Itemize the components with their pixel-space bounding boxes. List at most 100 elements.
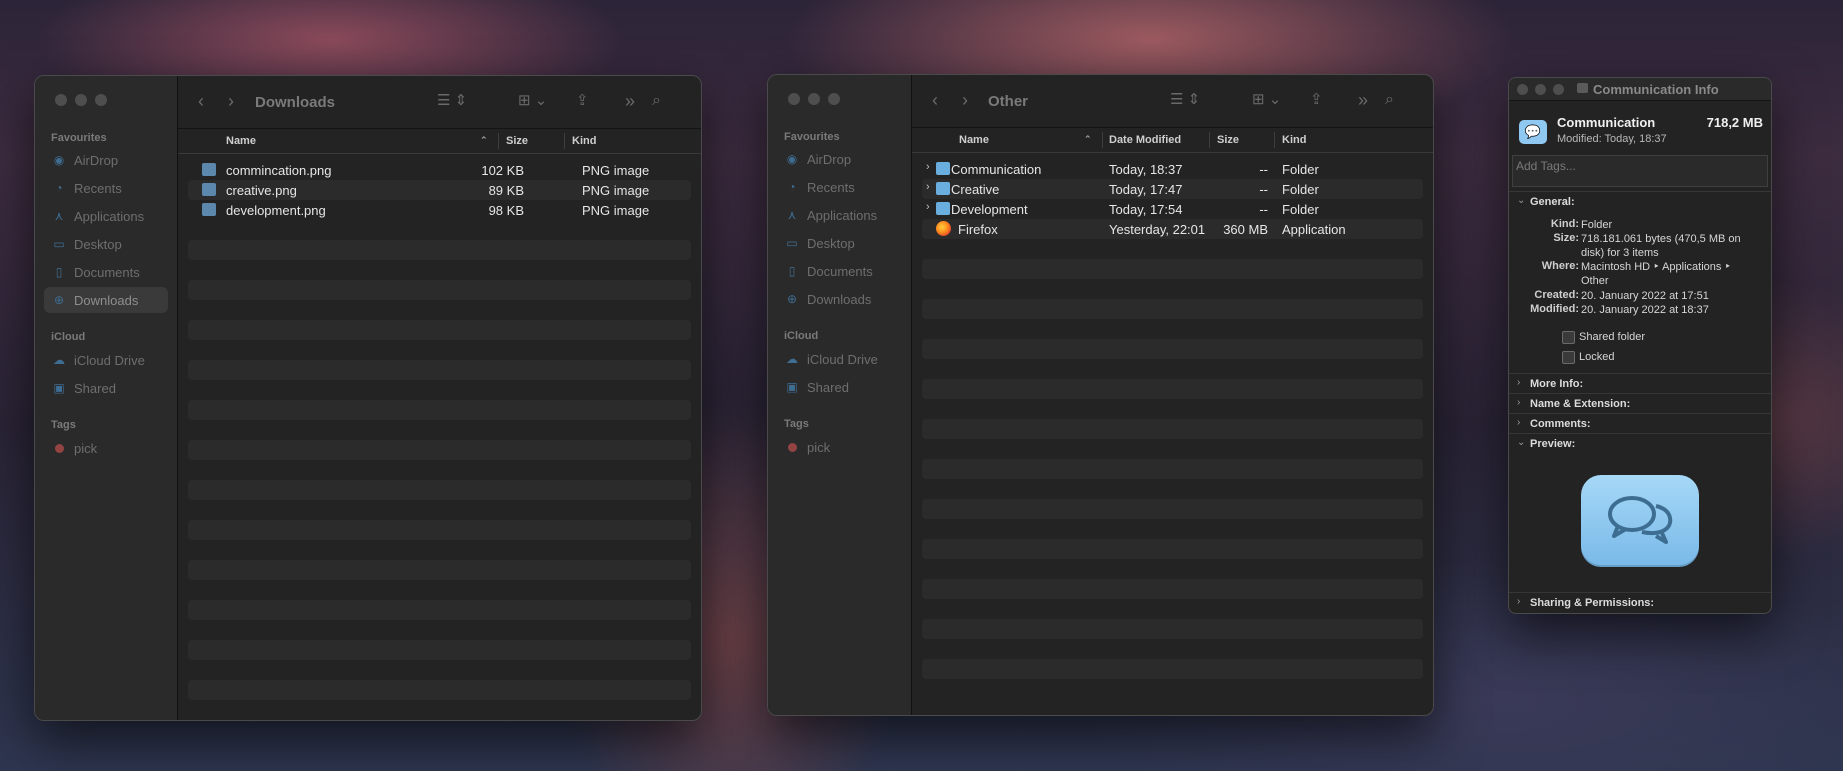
sidebar-item-shared[interactable]: ▣ Shared — [777, 374, 902, 400]
sidebar-item-label: Shared — [807, 379, 849, 395]
section-sharing-permissions[interactable]: › Sharing & Permissions: — [1509, 592, 1771, 613]
where-value-line2: Other — [1581, 275, 1609, 287]
chat-bubbles-icon — [1608, 496, 1673, 544]
sidebar-item-label: AirDrop — [807, 151, 852, 167]
close-button[interactable] — [55, 94, 67, 106]
sidebar-item-desktop[interactable]: ▭ Desktop — [777, 230, 902, 256]
column-name[interactable]: Name — [226, 135, 256, 147]
kind-value: Folder — [1581, 219, 1613, 231]
list-view-icon[interactable]: ☰ ⇕ — [437, 90, 467, 112]
column-kind[interactable]: Kind — [1282, 134, 1306, 146]
shared-folder-checkbox[interactable] — [1562, 331, 1575, 344]
minimize-button[interactable] — [1535, 84, 1546, 95]
sidebar-item-shared[interactable]: ▣ Shared — [44, 375, 168, 401]
file-size: -- — [1259, 202, 1268, 217]
zoom-button[interactable] — [828, 93, 840, 105]
search-icon[interactable]: ⌕ — [652, 90, 661, 112]
locked-checkbox[interactable] — [1562, 351, 1575, 364]
sidebar-item-desktop[interactable]: ▭ Desktop — [44, 231, 168, 257]
table-row[interactable]: development.png 98 KB PNG image — [188, 200, 691, 220]
section-label: Name & Extension: — [1530, 398, 1631, 410]
table-row[interactable]: commincation.png 102 KB PNG image — [188, 160, 691, 180]
back-icon[interactable]: ‹ — [932, 89, 938, 111]
file-kind: Folder — [1282, 182, 1319, 197]
sidebar-item-airdrop[interactable]: ◉ AirDrop — [777, 146, 902, 172]
more-icon[interactable]: » — [625, 90, 635, 112]
table-row[interactable]: › Development Today, 17:54 -- Folder — [922, 199, 1423, 219]
zoom-button[interactable] — [1553, 84, 1564, 95]
table-row[interactable]: › Communication Today, 18:37 -- Folder — [922, 159, 1423, 179]
file-kind: Application — [1282, 222, 1346, 237]
zoom-button[interactable] — [95, 94, 107, 106]
disclosure-chevron-icon[interactable]: › — [926, 161, 930, 173]
empty-row — [188, 640, 691, 660]
column-size[interactable]: Size — [506, 135, 528, 147]
sidebar-item-recents[interactable]: ◔ Recents — [777, 174, 902, 200]
file-size: -- — [1259, 162, 1268, 177]
section-name-extension[interactable]: › Name & Extension: — [1509, 393, 1771, 414]
content-area: ‹ › Other ☰ ⇕ ⊞ ⌄ ⇪ » ⌕ Name ⌃ Date Modi… — [912, 75, 1433, 715]
sidebar-item-documents[interactable]: ▯ Documents — [44, 259, 168, 285]
empty-row — [188, 560, 691, 580]
share-icon[interactable]: ⇪ — [576, 90, 589, 112]
file-name: Development — [951, 202, 1028, 217]
sidebar-item-recents[interactable]: ◔ Recents — [44, 175, 168, 201]
more-icon[interactable]: » — [1358, 89, 1368, 111]
shared-folder-icon: ▣ — [786, 380, 798, 394]
created-value: 20. January 2022 at 17:51 — [1581, 290, 1709, 302]
empty-row — [188, 440, 691, 460]
column-name[interactable]: Name — [959, 134, 989, 146]
table-row[interactable]: creative.png 89 KB PNG image — [188, 180, 691, 200]
sidebar-item-documents[interactable]: ▯ Documents — [777, 258, 902, 284]
section-more-info[interactable]: › More Info: — [1509, 373, 1771, 394]
sidebar-item-applications[interactable]: ⋏ Applications — [777, 202, 902, 228]
minimize-button[interactable] — [75, 94, 87, 106]
sidebar-item-icloud-drive[interactable]: ☁ iCloud Drive — [44, 347, 168, 373]
sidebar-section-icloud: iCloud — [784, 330, 819, 342]
sidebar-item-label: Desktop — [74, 236, 122, 252]
tags-field[interactable]: Add Tags... — [1512, 155, 1768, 187]
sidebar-item-downloads[interactable]: ⊕ Downloads — [777, 286, 902, 312]
section-preview[interactable]: ⌄ Preview: — [1509, 433, 1771, 454]
disclosure-chevron-icon[interactable]: › — [926, 181, 930, 193]
document-icon: ▯ — [55, 265, 63, 279]
close-button[interactable] — [1517, 84, 1528, 95]
sidebar-item-applications[interactable]: ⋏ Applications — [44, 203, 168, 229]
file-name: Firefox — [958, 222, 998, 237]
table-row[interactable]: › Creative Today, 17:47 -- Folder — [922, 179, 1423, 199]
section-label: Sharing & Permissions: — [1530, 597, 1655, 609]
file-name: development.png — [226, 203, 326, 218]
section-comments[interactable]: › Comments: — [1509, 413, 1771, 434]
search-icon[interactable]: ⌕ — [1385, 89, 1394, 111]
shared-folder-label: Shared folder — [1579, 331, 1646, 343]
where-label: Where: — [1541, 260, 1579, 272]
group-icon[interactable]: ⊞ ⌄ — [518, 90, 547, 112]
finder-window-other: Favourites ◉ AirDrop ◔ Recents ⋏ Applicatio… — [767, 74, 1434, 716]
sidebar-section-tags: Tags — [51, 419, 76, 431]
share-icon[interactable]: ⇪ — [1310, 89, 1323, 111]
empty-row — [188, 520, 691, 540]
column-kind[interactable]: Kind — [572, 135, 596, 147]
sidebar-item-airdrop[interactable]: ◉ AirDrop — [44, 147, 168, 173]
back-icon[interactable]: ‹ — [198, 90, 204, 112]
empty-row — [188, 360, 691, 380]
close-button[interactable] — [788, 93, 800, 105]
sidebar-tag-pick[interactable]: pick — [777, 434, 902, 460]
empty-row — [188, 240, 691, 260]
minimize-button[interactable] — [808, 93, 820, 105]
empty-row — [922, 579, 1423, 599]
section-general[interactable]: ⌄ General: — [1509, 191, 1771, 212]
forward-icon[interactable]: › — [228, 90, 234, 112]
table-row[interactable]: Firefox Yesterday, 22:01 360 MB Applicat… — [922, 219, 1423, 239]
desktop-icon: ▭ — [786, 236, 798, 250]
column-size[interactable]: Size — [1217, 134, 1239, 146]
sidebar-item-downloads[interactable]: ⊕ Downloads — [44, 287, 168, 313]
sidebar-item-icloud-drive[interactable]: ☁ iCloud Drive — [777, 346, 902, 372]
list-view-icon[interactable]: ☰ ⇕ — [1170, 89, 1200, 111]
disclosure-chevron-icon[interactable]: › — [926, 201, 930, 213]
group-icon[interactable]: ⊞ ⌄ — [1252, 89, 1281, 111]
column-date-modified[interactable]: Date Modified — [1109, 134, 1181, 146]
forward-icon[interactable]: › — [962, 89, 968, 111]
empty-row — [188, 480, 691, 500]
sidebar-tag-pick[interactable]: pick — [44, 435, 168, 461]
